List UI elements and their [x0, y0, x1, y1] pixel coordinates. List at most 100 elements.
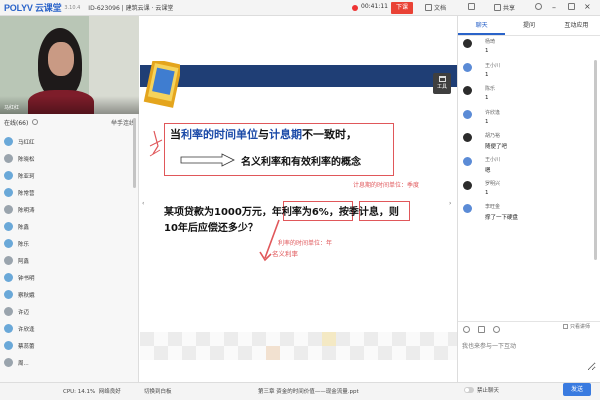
user-list-item[interactable]: 陈亚珂: [0, 167, 139, 184]
gear-icon: [535, 3, 542, 10]
slide-question-line2: 10年后应偿还多少？: [164, 223, 258, 234]
chat-avatar: [463, 156, 472, 166]
chat-avatar: [463, 204, 472, 214]
end-class-button[interactable]: 下课: [391, 2, 413, 14]
left-panel: 马红红 在线(66) 举手连线 马红红陈晓松陈亚珂陈常营陈明涛陈鑫陈乐阿鑫钟书明…: [0, 16, 139, 400]
user-name: 陈鑫: [18, 224, 30, 231]
only-teacher-filter[interactable]: 只看讲师: [563, 323, 590, 330]
user-list-item[interactable]: 陈鑫: [0, 218, 139, 235]
recording-icon: [352, 5, 358, 11]
chat-text: 嗯: [485, 167, 491, 174]
user-avatar-icon: [4, 341, 13, 350]
room-id: ID-623096 | 建筑云课 · 云课堂: [88, 5, 174, 12]
user-name: 许迈: [18, 309, 30, 316]
only-teacher-checkbox[interactable]: [563, 324, 568, 329]
online-count: 在线(66): [4, 119, 29, 127]
chat-sender: 王小川: [485, 62, 501, 69]
chat-text: 1: [485, 95, 489, 102]
user-name: 周...: [18, 360, 29, 367]
user-list-item[interactable]: 许欣逢: [0, 320, 139, 337]
cpu-status: CPU: 14.1% 网络良好: [63, 387, 121, 395]
teacher-video: 马红红: [0, 16, 139, 114]
user-list-item[interactable]: 许迈: [0, 303, 139, 320]
chat-text: 1: [485, 189, 489, 196]
user-name: 陈晓松: [18, 156, 35, 163]
user-list-item[interactable]: 蔡蕊蕾: [0, 337, 139, 354]
user-list-item[interactable]: 钟书明: [0, 269, 139, 286]
user-list-item[interactable]: 马红红: [0, 133, 139, 150]
settings-button[interactable]: [535, 3, 542, 10]
question-part-d: 按季计息: [338, 207, 379, 218]
search-icon[interactable]: [32, 119, 39, 125]
user-name: 陈明涛: [18, 207, 35, 214]
doc-button[interactable]: 文档: [425, 3, 446, 12]
chat-message: 许欣逢 1: [458, 108, 598, 132]
cpu-label: CPU: 14.1%: [63, 389, 96, 395]
chat-message: 李旺金 撑了一下硬盘: [458, 202, 598, 226]
user-name: 蔡蕊蕾: [18, 343, 35, 350]
chat-text: 撑了一下硬盘: [485, 215, 519, 222]
user-avatar-icon: [4, 239, 13, 248]
video-caption-bar: [0, 96, 139, 114]
chat-input[interactable]: [462, 341, 596, 371]
user-list-item[interactable]: 察秋娥: [0, 286, 139, 303]
video-name: 马红红: [4, 105, 20, 111]
user-avatar-icon: [4, 154, 13, 163]
user-list-item[interactable]: 陈乐: [0, 235, 139, 252]
user-avatar-icon: [4, 290, 13, 299]
user-avatar-icon: [4, 137, 13, 146]
chat-sender: 王小川: [485, 156, 501, 163]
tab-question[interactable]: 提问: [505, 16, 552, 35]
switch-whiteboard-button[interactable]: 切换到白板: [144, 387, 172, 395]
share-button[interactable]: 共享: [494, 3, 515, 12]
send-button[interactable]: 发送: [563, 383, 591, 396]
user-name: 阿鑫: [18, 258, 30, 265]
user-avatar-icon: [4, 205, 13, 214]
maximize-button[interactable]: [568, 3, 575, 10]
user-avatar-icon: [4, 324, 13, 333]
mute-chat-toggle[interactable]: 禁止聊天: [464, 386, 499, 394]
user-avatar-icon: [4, 188, 13, 197]
user-name: 察秋娥: [18, 292, 35, 299]
right-panel: 聊天 提问 互动应用 杨琦 1 王小川 1 陈乐 1 许欣逢 1 胡乃裕 随便了吧 王小川嗯罗明兴 1…: [457, 16, 600, 394]
emoji-icon[interactable]: [463, 326, 470, 333]
annotation-nominal-rate: 名义利率: [272, 250, 298, 258]
user-name: 马红红: [18, 139, 35, 146]
annotation-period-unit: 计息期的时间单位：季度: [353, 182, 420, 189]
network-label: 网络良好: [98, 389, 121, 395]
user-avatar-icon: [4, 273, 13, 282]
user-list-item[interactable]: 陈晓松: [0, 150, 139, 167]
user-list-item[interactable]: 周...: [0, 354, 139, 371]
user-list-scrollbar[interactable]: [133, 118, 136, 188]
toggle-switch[interactable]: [464, 387, 474, 393]
share-icon: [494, 4, 501, 11]
chat-message: 王小川 1: [458, 61, 598, 85]
question-part-c: ，: [328, 207, 339, 218]
tab-chat[interactable]: 聊天: [458, 16, 506, 35]
question-part-b: 年利率为6%: [271, 207, 329, 218]
chat-avatar: [463, 180, 472, 190]
user-name: 陈亚珂: [18, 173, 35, 180]
slide-footer-pattern: [140, 332, 457, 360]
chat-sender: 胡乃裕: [485, 133, 501, 140]
title-part-c: 与: [258, 128, 269, 141]
close-button[interactable]: ×: [584, 2, 591, 11]
tab-apps[interactable]: 互动应用: [553, 16, 600, 35]
minimize-button[interactable]: –: [552, 3, 556, 12]
raise-hand-button[interactable]: 举手连线: [111, 118, 135, 127]
user-list-item[interactable]: 阿鑫: [0, 252, 139, 269]
app-logo: POLYV 云课堂: [4, 3, 62, 13]
flower-icon[interactable]: [493, 326, 500, 333]
screen-button[interactable]: [468, 3, 475, 10]
user-list-item[interactable]: 陈常营: [0, 184, 139, 201]
chat-avatar: [463, 39, 472, 48]
chat-message: 陈乐 1: [458, 84, 598, 108]
chat-message: 胡乃裕 随便了吧: [458, 131, 598, 155]
user-name: 钟书明: [18, 275, 35, 282]
image-icon[interactable]: [478, 326, 485, 333]
chat-sender: 杨琦: [485, 39, 496, 45]
online-header: 在线(66) 举手连线: [0, 115, 139, 129]
user-avatar-icon: [4, 256, 13, 265]
chat-scrollbar[interactable]: [594, 60, 597, 260]
user-list-item[interactable]: 陈明涛: [0, 201, 139, 218]
